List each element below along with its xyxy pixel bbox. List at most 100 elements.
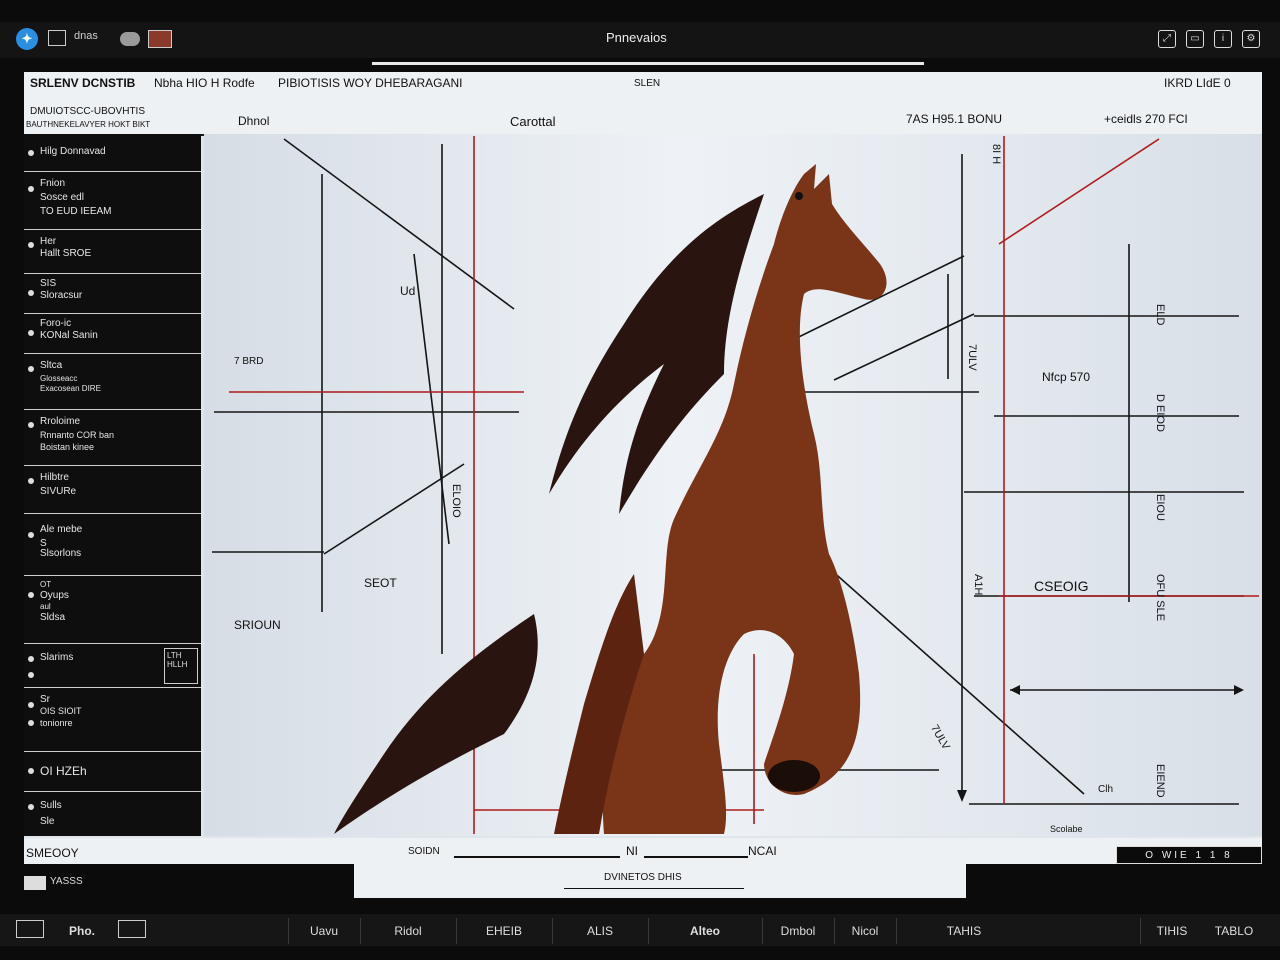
sidebar-item[interactable]: Hilbtre SIVURe: [24, 466, 201, 514]
taskbar-item[interactable]: TIHIS: [1140, 918, 1203, 944]
taskbar-item[interactable]: Nicol: [834, 918, 895, 944]
sidebar-item[interactable]: OT Oyups aul Sldsa: [24, 576, 201, 644]
sidebar-item[interactable]: Her Hallt SROE: [24, 230, 201, 274]
image-icon[interactable]: [148, 30, 172, 48]
header-center-tag: SLEN: [634, 78, 661, 89]
bullet-icon: [28, 422, 34, 428]
vertical-label: 8I H: [990, 144, 1002, 165]
sidebar-item-label: Her: [40, 236, 57, 247]
title-left-label[interactable]: dnas: [74, 30, 98, 42]
column-header-4[interactable]: +ceidls 270 FCI: [1104, 112, 1188, 126]
zoom-readout[interactable]: O WIE 1 1 8: [1116, 846, 1262, 864]
sidebar-item-label: OT: [40, 580, 52, 589]
vertical-label: ELOIO: [450, 484, 462, 518]
column-header-1[interactable]: Dhnol: [238, 114, 269, 128]
drawing-label: SEOT: [364, 576, 397, 590]
bullet-icon: [28, 720, 34, 726]
taskbar-item[interactable]: Pho.: [56, 918, 108, 944]
bullet-icon: [28, 702, 34, 708]
window-title: Pnnevaios: [606, 30, 667, 45]
taskbar: Pho. Uavu Ridol EHEIB ALIS Alteo Dmbol N…: [0, 914, 1280, 946]
vertical-label: ELD: [1154, 304, 1166, 326]
scroll-icon[interactable]: [24, 876, 46, 890]
sidebar-item[interactable]: Foro-ic KONal Sanin: [24, 314, 201, 354]
measure-line: [644, 856, 748, 858]
sidebar-item-label: Hallt SROE: [40, 248, 92, 259]
drawing-label: Clh: [1098, 784, 1114, 795]
bullet-icon: [28, 656, 34, 662]
bullet-icon: [28, 592, 34, 598]
sidebar-item[interactable]: Rroloime Rnnanto COR ban Boistan kinee: [24, 410, 201, 466]
header-top-right: IKRD LIdE 0: [1164, 76, 1231, 90]
sidebar-item-label: Rnnanto COR ban: [40, 430, 115, 440]
drawing-label: Ud: [400, 284, 416, 298]
sidebar-item[interactable]: SIS Sloracsur: [24, 274, 201, 314]
taskbar-item[interactable]: ALIS: [552, 918, 647, 944]
title-bar: ✦ dnas Pnnevaios ⤢ ▭ i ⚙: [0, 22, 1280, 58]
bullet-icon: [28, 366, 34, 372]
sidebar-item-label: Sulls: [40, 800, 62, 811]
taskbar-item[interactable]: TAHIS: [896, 918, 1031, 944]
sidebar-item[interactable]: Fnion Sosce edl TO EUD IEEAM: [24, 172, 201, 230]
sidebar-item-label: KONal Sanin: [40, 330, 98, 341]
column-header-2[interactable]: Carottal: [510, 114, 556, 129]
sidebar-item-label: Hilg Donnavad: [40, 146, 106, 157]
sidebar-item[interactable]: Slarims LTH HLLH: [24, 644, 201, 688]
sidebar-item-label: Boistan kinee: [40, 442, 95, 452]
folder-icon[interactable]: [118, 920, 146, 938]
sidebar-item[interactable]: Ale mebe S Slsorlons: [24, 514, 201, 576]
taskbar-item[interactable]: Ridol: [360, 918, 455, 944]
sidebar-item-label: Glosseacc: [40, 374, 78, 383]
grid-icon[interactable]: [16, 920, 44, 938]
grid-icon[interactable]: [48, 30, 66, 46]
sidebar-item-label: Fnion: [40, 178, 66, 189]
taskbar-item[interactable]: Alteo: [648, 918, 761, 944]
settings-icon[interactable]: ⚙: [1242, 30, 1260, 48]
bullet-icon: [28, 672, 34, 678]
sidebar-item[interactable]: Sltca Glosseacc Exacosean DIRE: [24, 354, 201, 410]
taskbar-item[interactable]: TABLO: [1204, 918, 1264, 944]
status-measure-2: NI: [626, 844, 638, 858]
taskbar-item[interactable]: Uavu: [288, 918, 359, 944]
drawing-label: Nfcp 570: [1042, 370, 1091, 384]
tray-scale-line: [564, 888, 744, 889]
sidebar-item-label: Sldsa: [40, 612, 66, 623]
sidebar-item[interactable]: Hilg Donnavad: [24, 134, 201, 172]
status-strip: SMEOOY SOIDN NI NCAI: [24, 838, 1262, 864]
sidebar-item-label: Ale mebe: [40, 524, 83, 535]
header-top-left: SRLENV DCNSTIB: [30, 76, 136, 90]
sidebar-item-label: Sosce edl: [40, 192, 84, 203]
taskbar-item[interactable]: EHEIB: [456, 918, 551, 944]
technical-drawing-canvas[interactable]: Ud 7 BRD SEOT SRIOUN Nfcp 570 CSEOIG Sco…: [204, 134, 1262, 836]
vertical-label: OFU SLE: [1154, 574, 1166, 622]
vertical-label: D EIOD: [1154, 394, 1166, 432]
bullet-icon: [28, 478, 34, 484]
drawing-label: 7 BRD: [234, 356, 264, 367]
maximize-icon[interactable]: ⤢: [1158, 30, 1176, 48]
scroll-label: YASSS: [50, 876, 83, 887]
vertical-label: A1H: [972, 574, 984, 596]
header-sub-left2: BAUTHNEKELAVYER HOKT BIKT: [26, 120, 151, 129]
sidebar-item-label: Exacosean DIRE: [40, 384, 101, 393]
cloud-icon[interactable]: [120, 32, 140, 46]
sidebar-item[interactable]: Sulls Sle: [24, 792, 201, 836]
workspace-panel: SRLENV DCNSTIB Nbha HIO H Rodfe PIBIOTIS…: [24, 72, 1262, 864]
sidebar-item-label: Rroloime: [40, 416, 81, 427]
bullet-icon: [28, 242, 34, 248]
info-icon[interactable]: i: [1214, 30, 1232, 48]
vertical-label: EIOU: [1154, 494, 1166, 521]
column-header-3[interactable]: 7AS H95.1 BONU: [906, 112, 1002, 126]
sidebar-item[interactable]: Sr OIS SIOIT tonionre: [24, 688, 201, 752]
app-logo-icon[interactable]: ✦: [16, 28, 38, 50]
header-sub-left1: DMUIOTSCC-UBOVHTIS: [30, 106, 145, 117]
drawing-label: SRIOUN: [234, 618, 281, 632]
drawing-label: Scolabe: [1050, 824, 1083, 834]
taskbar-item[interactable]: Dmbol: [762, 918, 833, 944]
measure-line: [454, 856, 620, 858]
header-top-mid2: PIBIOTISIS WOY DHEBARAGANI: [278, 76, 463, 90]
header-top-mid1: Nbha HIO H Rodfe: [154, 76, 255, 90]
horse-illustration: [334, 164, 887, 834]
window-icon[interactable]: ▭: [1186, 30, 1204, 48]
parameter-sidebar: Hilg Donnavad Fnion Sosce edl TO EUD IEE…: [24, 134, 201, 836]
sidebar-item[interactable]: OI HZEh: [24, 752, 201, 792]
